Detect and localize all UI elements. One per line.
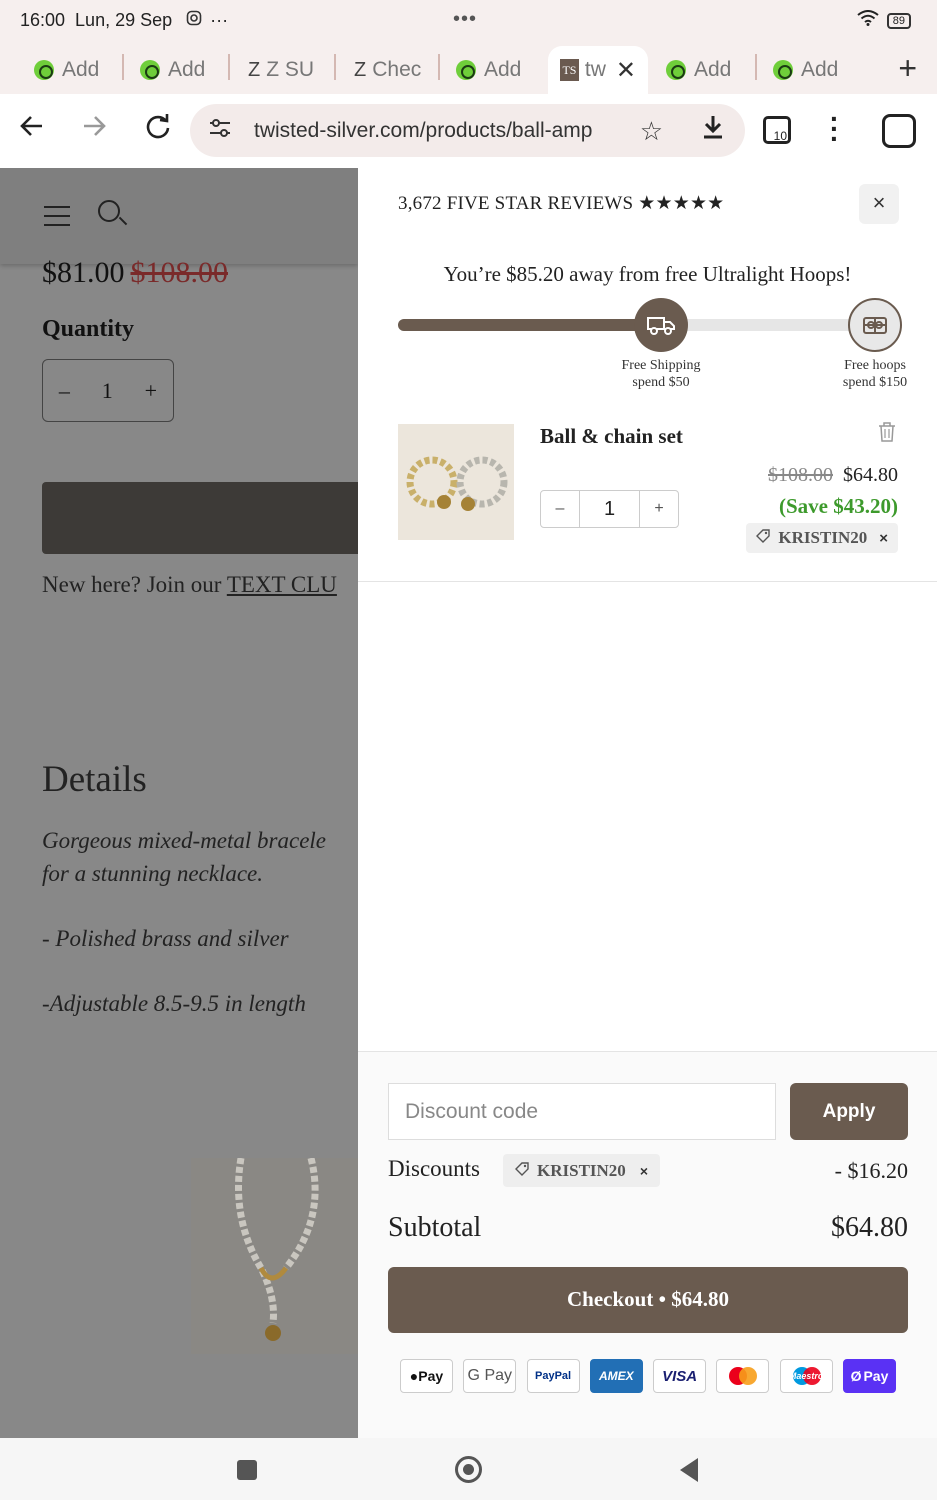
cart-footer: Apply Discounts KRISTIN20 × - $16.20 Sub… — [358, 1051, 937, 1438]
bookmark-star-icon[interactable]: ☆ — [640, 116, 663, 147]
remove-discount-button[interactable]: × — [640, 1163, 648, 1179]
increase-quantity-button[interactable]: + — [640, 491, 678, 527]
maestro-icon: Maestro — [779, 1359, 833, 1393]
extension-icon[interactable] — [882, 114, 916, 148]
browser-tab[interactable]: ZZ SU — [248, 46, 320, 94]
browser-tab[interactable]: Add — [34, 46, 104, 94]
home-icon[interactable] — [455, 1456, 482, 1483]
reviews-banner: 3,672 FIVE STAR REVIEWS ★★★★★ — [398, 193, 725, 214]
tab-switcher-button[interactable]: 10 — [763, 116, 791, 144]
status-time: 16:00 — [20, 9, 66, 30]
tag-icon — [756, 528, 771, 548]
search-icon — [98, 200, 120, 222]
site-settings-icon[interactable] — [208, 118, 232, 144]
checkout-button[interactable]: Checkout • $64.80 — [388, 1267, 908, 1333]
product-description: Gorgeous mixed-metal bracele for a stunn… — [42, 828, 327, 1016]
site-header — [0, 168, 358, 264]
milestone-label-hoops: Free hoops spend $150 — [842, 358, 908, 390]
browser-tab[interactable]: Add — [666, 46, 736, 94]
tab-favicon-icon — [140, 60, 160, 80]
discounts-label: Discounts — [388, 1156, 480, 1181]
quantity-label: Quantity — [42, 316, 135, 342]
quantity-value[interactable]: 1 — [579, 491, 640, 527]
reload-icon[interactable] — [144, 112, 172, 148]
add-to-cart-button — [42, 482, 358, 554]
necklace-image — [191, 1158, 358, 1354]
forward-icon[interactable] — [80, 112, 108, 148]
system-nav-bar — [0, 1438, 937, 1500]
url-text[interactable]: twisted-silver.com/products/ball-amp — [254, 119, 604, 143]
recents-icon[interactable] — [237, 1460, 257, 1480]
subtotal-row: Subtotal $64.80 — [388, 1212, 908, 1244]
status-bar: 16:00 Lun, 29 Sep ··· ••• 89 — [0, 0, 937, 40]
trash-icon[interactable] — [878, 422, 896, 447]
gift-icon — [848, 298, 902, 352]
browser-tab[interactable]: Add — [773, 46, 843, 94]
item-quantity-stepper: – 1 + — [540, 490, 679, 528]
amex-icon: AMEX — [589, 1359, 643, 1393]
text-club-promo: New here? Join our TEXT CLU — [42, 572, 337, 597]
discount-chip: KRISTIN20 × — [503, 1154, 660, 1187]
milestone-label-shipping: Free Shipping spend $50 — [621, 358, 701, 390]
back-triangle-icon[interactable] — [680, 1458, 698, 1482]
apply-discount-button[interactable]: Apply — [790, 1083, 908, 1140]
cart-drawer: 3,672 FIVE STAR REVIEWS ★★★★★ × You’re $… — [358, 168, 937, 1438]
tag-icon — [515, 1161, 529, 1181]
browser-tab-active[interactable]: TS tw ✕ — [548, 46, 648, 94]
tab-favicon-icon — [773, 60, 793, 80]
visa-icon: VISA — [653, 1359, 707, 1393]
tab-favicon-icon — [666, 60, 686, 80]
shop-pay-icon: Ø Pay — [842, 1359, 896, 1393]
tab-favicon-icon — [456, 60, 476, 80]
mastercard-icon — [716, 1359, 770, 1393]
truck-icon — [634, 298, 688, 352]
quantity-stepper: – 1 + — [42, 359, 174, 422]
google-pay-icon: G Pay — [463, 1359, 517, 1393]
browser-tab[interactable]: Z Chec — [354, 46, 424, 94]
back-icon[interactable] — [18, 112, 46, 148]
download-icon[interactable] — [701, 114, 725, 147]
z-favicon-icon: Z — [354, 58, 367, 81]
product-page-dimmed: $81.00 $108.00 Quantity – 1 + New here? J… — [0, 168, 358, 1438]
item-discount-chip: KRISTIN20 × — [746, 523, 898, 553]
discounts-row: Discounts KRISTIN20 × - $16.20 — [388, 1154, 908, 1188]
cart-line-item: Ball & chain set – 1 + $108.00 $64.80 (Sa… — [358, 418, 937, 582]
wifi-icon — [857, 10, 879, 31]
status-center-dots: ••• — [453, 8, 478, 30]
item-name[interactable]: Ball & chain set — [540, 424, 683, 449]
item-savings: (Save $43.20) — [779, 494, 898, 518]
browser-tab[interactable]: Add — [140, 46, 210, 94]
free-gift-message: You’re $85.20 away from free Ultralight … — [443, 262, 852, 286]
menu-icon[interactable]: · · · — [830, 105, 839, 153]
subtotal-label: Subtotal — [388, 1212, 482, 1243]
payment-methods: ● Pay G Pay PayPal AMEX VISA Maestro Ø Pay — [400, 1359, 896, 1393]
battery-icon: 89 — [886, 12, 911, 29]
status-date: Lun, 29 Sep — [75, 9, 173, 30]
decrease-quantity-button[interactable]: – — [541, 491, 579, 527]
browser-tab[interactable]: Add — [456, 46, 526, 94]
new-tab-button[interactable]: + — [898, 50, 917, 87]
apple-pay-icon: ● Pay — [400, 1359, 453, 1393]
tab-strip: Add Add ZZ SU Z Chec Add TS tw ✕ Add Add + — [0, 40, 937, 94]
tab-close-icon[interactable]: ✕ — [616, 56, 636, 85]
twisted-silver-favicon-icon: TS — [560, 59, 579, 81]
details-heading: Details — [42, 759, 147, 800]
product-price: $81.00 $108.00 — [42, 256, 228, 289]
toolbar: twisted-silver.com/products/ball-amp ☆ 1… — [0, 94, 937, 168]
tab-favicon-icon — [34, 60, 54, 80]
reward-progress-fill — [398, 319, 662, 331]
discount-amount: - $16.20 — [834, 1158, 908, 1183]
subtotal-amount: $64.80 — [831, 1212, 908, 1243]
address-bar[interactable]: twisted-silver.com/products/ball-amp ☆ — [190, 104, 745, 157]
discount-code-input[interactable] — [388, 1083, 776, 1140]
instagram-icon — [186, 10, 202, 31]
hamburger-menu-icon — [44, 206, 70, 233]
remove-item-discount-button[interactable]: × — [879, 530, 888, 547]
paypal-icon: PayPal — [526, 1359, 580, 1393]
item-price: $108.00 $64.80 — [768, 464, 898, 486]
status-more: ··· — [210, 9, 229, 30]
z-favicon-icon: Z — [248, 58, 261, 81]
product-thumbnail[interactable] — [398, 424, 514, 540]
close-cart-button[interactable]: × — [859, 184, 899, 224]
